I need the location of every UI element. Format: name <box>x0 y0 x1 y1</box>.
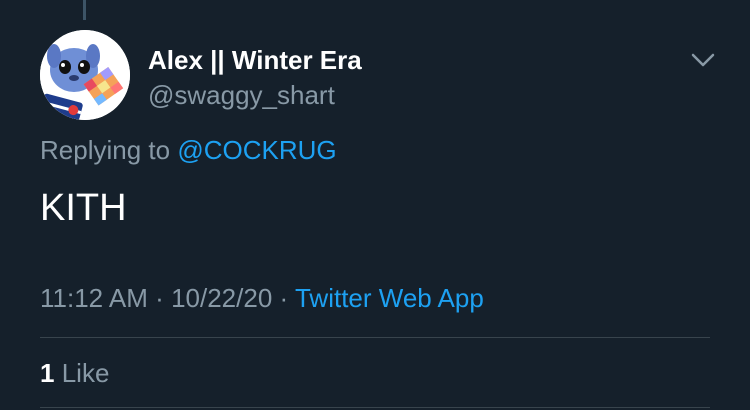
divider <box>40 407 710 408</box>
replying-to-label: Replying to <box>40 135 171 165</box>
tweet-source-link[interactable]: Twitter Web App <box>295 283 484 313</box>
tweet-text: KITH <box>40 187 127 229</box>
author-handle[interactable]: @swaggy_shart <box>148 80 335 110</box>
thread-connector-line <box>83 0 86 20</box>
reply-mention-link[interactable]: @COCKRUG <box>177 135 336 165</box>
meta-separator: · <box>155 283 164 313</box>
divider <box>40 337 710 338</box>
meta-separator: · <box>279 283 289 313</box>
like-count: 1 <box>40 358 55 388</box>
avatar[interactable] <box>40 30 130 120</box>
tweet-metadata: 11:12 AM · 10/22/20 · Twitter Web App <box>40 283 484 313</box>
like-label: Like <box>61 358 110 388</box>
chevron-down-icon[interactable] <box>688 50 718 70</box>
replying-to-line: Replying to @COCKRUG <box>40 135 337 165</box>
author-display-name[interactable]: Alex || Winter Era <box>148 45 362 75</box>
stitch-avatar-icon <box>40 30 130 120</box>
tweet-time[interactable]: 11:12 AM <box>40 283 148 313</box>
likes-count-link[interactable]: 1 Like <box>40 358 109 388</box>
tweet-date[interactable]: 10/22/20 <box>171 283 272 313</box>
